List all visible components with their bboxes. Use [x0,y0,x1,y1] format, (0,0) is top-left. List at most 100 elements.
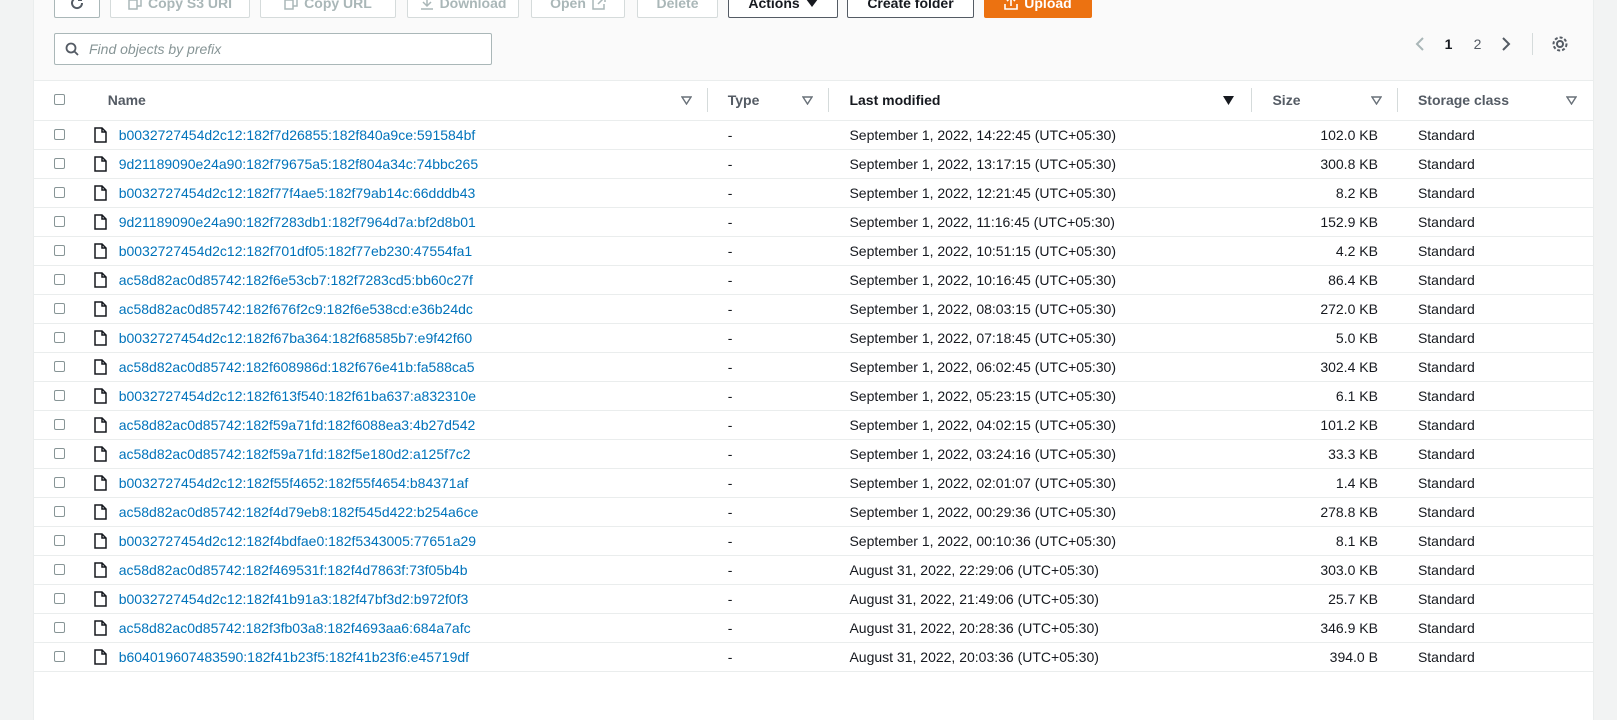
object-last-modified-cell: September 1, 2022, 00:29:36 (UTC+05:30) [849,504,1117,520]
upload-icon [1004,0,1019,10]
object-name-link[interactable]: b0032727454d2c12:182f701df05:182f77eb230… [119,243,472,259]
objects-panel: Copy S3 URI Copy URL Download Open Delet… [33,0,1594,720]
object-name-link[interactable]: 9d21189090e24a90:182f7283db1:182f7964d7a… [119,214,476,230]
refresh-button[interactable] [54,0,100,18]
actions-label: Actions [748,0,800,11]
row-checkbox[interactable] [54,506,65,517]
object-size-cell: 346.9 KB [1320,620,1378,636]
object-name-link[interactable]: b0032727454d2c12:182f7d26855:182f840a9ce… [119,127,476,143]
table-row[interactable]: b0032727454d2c12:182f67ba364:182f68585b7… [34,324,1593,353]
table-row[interactable]: b0032727454d2c12:182f77f4ae5:182f79ab14c… [34,179,1593,208]
delete-button[interactable]: Delete [637,0,718,18]
row-checkbox[interactable] [54,274,65,285]
object-name-link[interactable]: b0032727454d2c12:182f613f540:182f61ba637… [119,388,476,404]
object-name-cell: b0032727454d2c12:182f67ba364:182f68585b7… [90,324,708,353]
table-row[interactable]: ac58d82ac0d85742:182f469531f:182f4d7863f… [34,556,1593,585]
search-input[interactable] [87,40,471,58]
row-checkbox[interactable] [54,535,65,546]
table-row[interactable]: b0032727454d2c12:182f55f4652:182f55f4654… [34,469,1593,498]
table-row[interactable]: ac58d82ac0d85742:182f59a71fd:182f6088ea3… [34,411,1593,440]
row-checkbox[interactable] [54,361,65,372]
row-checkbox[interactable] [54,129,65,140]
row-checkbox[interactable] [54,419,65,430]
object-name-link[interactable]: ac58d82ac0d85742:182f6e53cb7:182f7283cd5… [119,272,473,288]
object-storage-class-cell: Standard [1417,243,1475,259]
copy-s3-uri-button[interactable]: Copy S3 URI [110,0,250,18]
table-row[interactable]: ac58d82ac0d85742:182f676f2c9:182f6e538cd… [34,295,1593,324]
table-row[interactable]: ac58d82ac0d85742:182f4d79eb8:182f545d422… [34,498,1593,527]
table-row[interactable]: ac58d82ac0d85742:182f59a71fd:182f5e180d2… [34,440,1593,469]
object-name-link[interactable]: b0032727454d2c12:182f41b91a3:182f47bf3d2… [119,591,469,607]
download-label: Download [439,0,507,11]
table-row[interactable]: ac58d82ac0d85742:182f3fb03a8:182f4693aa6… [34,614,1593,643]
column-header-storage-class[interactable]: Storage class [1398,80,1593,121]
row-checkbox[interactable] [54,477,65,488]
row-checkbox[interactable] [54,622,65,633]
object-name-link[interactable]: ac58d82ac0d85742:182f59a71fd:182f6088ea3… [119,417,476,433]
row-checkbox[interactable] [54,303,65,314]
column-header-name[interactable]: Name [90,80,708,121]
table-row[interactable]: b0032727454d2c12:182f701df05:182f77eb230… [34,237,1593,266]
row-checkbox[interactable] [54,332,65,343]
page-2-link[interactable]: 2 [1463,36,1492,52]
upload-button[interactable]: Upload [984,0,1092,18]
file-icon [93,533,107,549]
row-checkbox[interactable] [54,245,65,256]
column-header-size[interactable]: Size [1252,80,1398,121]
table-row[interactable]: b0032727454d2c12:182f41b91a3:182f47bf3d2… [34,585,1593,614]
object-name-cell: ac58d82ac0d85742:182f59a71fd:182f6088ea3… [90,411,708,440]
row-checkbox[interactable] [54,564,65,575]
object-name-link[interactable]: b0032727454d2c12:182f4bdfae0:182f5343005… [119,533,476,549]
chevron-left-icon[interactable] [1414,36,1426,52]
copy-url-button[interactable]: Copy URL [260,0,396,18]
select-all-checkbox[interactable] [54,94,65,105]
row-checkbox[interactable] [54,593,65,604]
table-row[interactable]: ac58d82ac0d85742:182f608986d:182f676e41b… [34,353,1593,382]
create-folder-label: Create folder [867,0,954,11]
object-name-link[interactable]: ac58d82ac0d85742:182f676f2c9:182f6e538cd… [119,301,473,317]
create-folder-button[interactable]: Create folder [847,0,974,18]
table-row[interactable]: 9d21189090e24a90:182f7283db1:182f7964d7a… [34,208,1593,237]
row-checkbox[interactable] [54,158,65,169]
object-name-link[interactable]: b0032727454d2c12:182f77f4ae5:182f79ab14c… [119,185,476,201]
table-row[interactable]: b0032727454d2c12:182f4bdfae0:182f5343005… [34,527,1593,556]
object-name-link[interactable]: ac58d82ac0d85742:182f59a71fd:182f5e180d2… [119,446,471,462]
pagination-divider [1532,33,1533,55]
table-row[interactable]: b604019607483590:182f41b23f5:182f41b23f6… [34,643,1593,672]
object-type-cell: - [727,156,733,172]
object-last-modified-cell: September 1, 2022, 10:16:45 (UTC+05:30) [849,272,1117,288]
table-row[interactable]: ac58d82ac0d85742:182f6e53cb7:182f7283cd5… [34,266,1593,295]
row-select-cell [34,353,90,382]
table-row[interactable]: b0032727454d2c12:182f613f540:182f61ba637… [34,382,1593,411]
column-name-label: Name [107,92,146,108]
object-name-link[interactable]: ac58d82ac0d85742:182f608986d:182f676e41b… [119,359,475,375]
object-size-cell: 302.4 KB [1320,359,1378,375]
gear-icon[interactable] [1551,35,1569,53]
object-size-cell: 4.2 KB [1335,243,1378,259]
object-name-link[interactable]: 9d21189090e24a90:182f79675a5:182f804a34c… [119,156,478,172]
column-header-type[interactable]: Type [708,80,830,121]
row-checkbox[interactable] [54,651,65,662]
file-icon [93,359,107,375]
table-row[interactable]: 9d21189090e24a90:182f79675a5:182f804a34c… [34,150,1593,179]
row-checkbox[interactable] [54,448,65,459]
page-1-link[interactable]: 1 [1434,36,1463,52]
row-checkbox[interactable] [54,390,65,401]
row-checkbox[interactable] [54,216,65,227]
object-name-link[interactable]: ac58d82ac0d85742:182f3fb03a8:182f4693aa6… [119,620,471,636]
open-button[interactable]: Open [531,0,625,18]
row-select-cell [34,324,90,353]
file-icon [93,214,107,230]
column-size-label: Size [1272,92,1301,108]
table-row[interactable]: b0032727454d2c12:182f7d26855:182f840a9ce… [34,121,1593,150]
object-name-link[interactable]: ac58d82ac0d85742:182f469531f:182f4d7863f… [119,562,468,578]
object-name-link[interactable]: ac58d82ac0d85742:182f4d79eb8:182f545d422… [119,504,479,520]
download-button[interactable]: Download [407,0,519,18]
row-checkbox[interactable] [54,187,65,198]
actions-dropdown[interactable]: Actions [728,0,838,18]
object-name-link[interactable]: b0032727454d2c12:182f67ba364:182f68585b7… [119,330,472,346]
object-name-link[interactable]: b0032727454d2c12:182f55f4652:182f55f4654… [119,475,469,491]
chevron-right-icon[interactable] [1500,36,1512,52]
column-header-last-modified[interactable]: Last modified [829,80,1253,121]
object-name-link[interactable]: b604019607483590:182f41b23f5:182f41b23f6… [119,649,469,665]
